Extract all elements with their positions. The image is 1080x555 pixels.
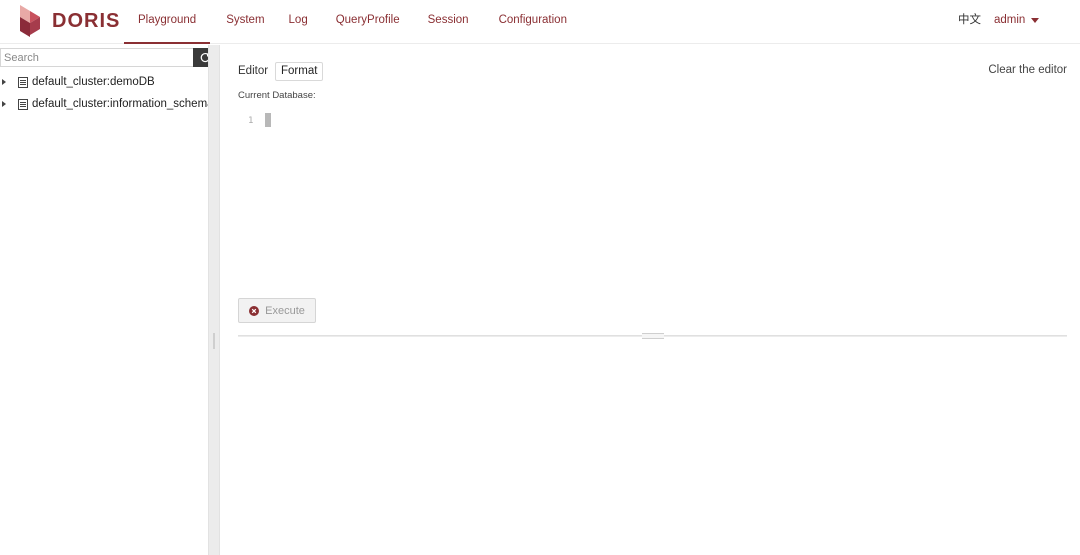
search-box: [0, 48, 217, 67]
user-name: admin: [994, 14, 1026, 26]
nav-log[interactable]: Log: [275, 0, 322, 44]
nav-system[interactable]: System: [212, 0, 278, 44]
brand-name: DORIS: [52, 9, 121, 32]
tree-node-label: default_cluster:demoDB: [32, 76, 155, 88]
tree-node-demodb[interactable]: default_cluster:demoDB: [0, 71, 214, 93]
database-tree: default_cluster:demoDB default_cluster:i…: [0, 71, 214, 115]
resize-grip-icon[interactable]: [642, 333, 664, 339]
main-nav: Playground System Log QueryProfile Sessi…: [124, 0, 582, 44]
doris-logo[interactable]: DORIS: [16, 2, 120, 40]
nav-queryprofile[interactable]: QueryProfile: [322, 0, 414, 44]
user-menu[interactable]: admin: [994, 0, 1040, 40]
tree-node-information-schema[interactable]: default_cluster:information_schema: [0, 93, 214, 115]
editor-title: Editor: [238, 65, 269, 77]
nav-configuration[interactable]: Configuration: [485, 0, 581, 44]
execute-label: Execute: [265, 304, 305, 317]
current-database-label: Current Database:: [238, 90, 316, 101]
sidebar-splitter[interactable]: [208, 45, 220, 555]
tree-node-label: default_cluster:information_schema: [32, 98, 214, 110]
caret-down-icon: [1031, 17, 1040, 23]
sql-editor[interactable]: 1: [238, 109, 1067, 289]
search-input[interactable]: [0, 48, 193, 67]
database-icon: [18, 76, 28, 88]
playground-main: Editor Format Clear the editor Current D…: [220, 45, 1080, 555]
close-circle-icon: [249, 305, 260, 316]
nav-session[interactable]: Session: [414, 0, 483, 44]
nav-playground[interactable]: Playground: [124, 0, 211, 44]
database-sidebar: default_cluster:demoDB default_cluster:i…: [0, 45, 217, 555]
splitter-grip-icon[interactable]: [213, 333, 215, 349]
language-switch[interactable]: 中文: [958, 0, 981, 40]
expand-arrow-icon[interactable]: [2, 79, 6, 85]
top-navbar: DORIS Playground System Log QueryProfile…: [0, 0, 1080, 44]
text-cursor: [265, 113, 271, 127]
expand-arrow-icon[interactable]: [2, 101, 6, 107]
database-icon: [18, 98, 28, 110]
execute-button[interactable]: Execute: [238, 298, 316, 323]
doris-logo-icon: [20, 5, 40, 37]
format-button[interactable]: Format: [275, 62, 324, 81]
line-number: 1: [248, 116, 254, 126]
clear-editor-link[interactable]: Clear the editor: [988, 64, 1067, 76]
